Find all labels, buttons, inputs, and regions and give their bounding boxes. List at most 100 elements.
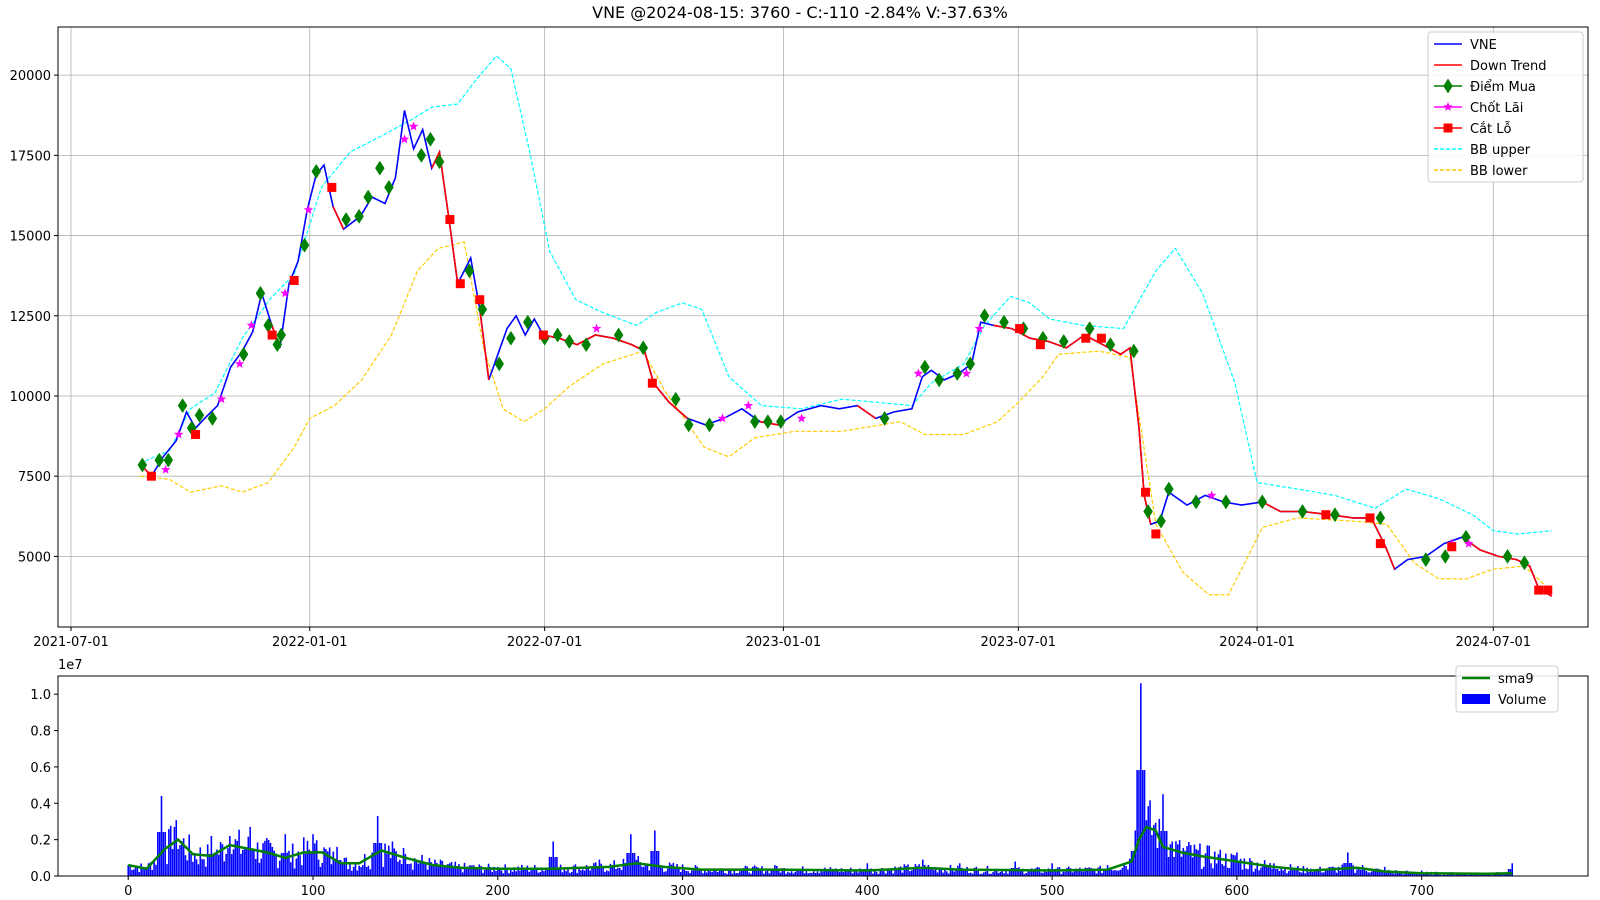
volume-bar (251, 849, 253, 876)
volume-bar (284, 834, 287, 876)
y-tick-label: 20000 (10, 69, 51, 84)
volume-bar (1014, 861, 1016, 876)
volume-bar (291, 843, 294, 876)
volume-bar (583, 870, 586, 876)
volume-bar (938, 869, 941, 876)
volume-bar (604, 871, 606, 876)
stop-loss-marker (647, 378, 657, 388)
volume-bar (873, 871, 876, 876)
volume-bar (1237, 861, 1240, 876)
x-tick-label: 100 (301, 884, 326, 899)
volume-bar (1177, 844, 1179, 876)
volume-bar (794, 871, 797, 876)
volume-bar (509, 869, 512, 876)
volume-bar (1136, 770, 1138, 876)
volume-bar (526, 865, 529, 876)
volume-bar (829, 867, 832, 876)
volume-bar (687, 871, 689, 876)
stop-loss-marker (1151, 529, 1161, 539)
volume-bar (365, 867, 368, 876)
volume-bar (238, 829, 240, 876)
volume-bar (437, 866, 440, 876)
volume-bar (315, 840, 318, 876)
volume-bar (1289, 864, 1292, 876)
buy-point-marker (934, 372, 944, 388)
volume-bar (966, 866, 968, 876)
volume-bar (1361, 865, 1364, 876)
y-tick-label: 17500 (10, 149, 51, 164)
stop-loss-marker (1035, 340, 1045, 350)
volume-bar (755, 866, 758, 876)
volume-bar (580, 870, 582, 876)
volume-bar (1156, 848, 1159, 876)
volume-bar (1308, 872, 1310, 876)
x-tick-label: 500 (1040, 884, 1065, 899)
volume-bar (1178, 840, 1181, 876)
volume-bar (164, 832, 166, 876)
volume-bar (1184, 850, 1186, 876)
volume-bar (441, 861, 444, 876)
legend-label: Down Trend (1470, 59, 1547, 74)
volume-bar (602, 867, 604, 876)
volume-bar (386, 853, 388, 876)
volume-bar (1147, 806, 1149, 876)
volume-bar (314, 843, 316, 876)
volume-bar (162, 832, 165, 876)
volume-bar (269, 842, 272, 876)
volume-bar (1064, 871, 1066, 876)
volume-bar (375, 843, 377, 876)
volume-bar (302, 837, 305, 876)
volume-bar (1245, 868, 1247, 876)
volume-bar (1125, 866, 1127, 876)
y-tick-label: 0.0 (30, 870, 51, 885)
buy-point-marker (1143, 504, 1153, 519)
volume-bar (1223, 865, 1225, 876)
volume-bar (391, 841, 394, 876)
volume-bar (739, 871, 741, 876)
volume-bar (910, 870, 913, 876)
volume-bar (570, 871, 573, 876)
volume-bar (674, 868, 676, 876)
volume-bar (1359, 869, 1362, 876)
legend-swatch-bar (1462, 694, 1490, 704)
volume-bar (341, 862, 344, 876)
volume-bar (933, 869, 935, 876)
volume-bar (410, 863, 412, 876)
volume-bar (587, 867, 590, 876)
volume-bar (790, 871, 793, 876)
volume-bar (195, 859, 198, 876)
stop-loss-marker (146, 471, 156, 481)
legend-swatch-marker (1443, 123, 1453, 133)
volume-bar (1141, 770, 1144, 876)
price-grid (58, 27, 1588, 627)
volume-bar (1195, 849, 1198, 876)
volume-bar (914, 864, 917, 876)
volume-bar (301, 865, 303, 876)
volume-bar (304, 853, 307, 876)
volume-bar (415, 861, 418, 876)
price-legend: VNE Down Trend Điểm Mua Chốt Lãi Cắt Lỗ BB up… (1427, 31, 1584, 183)
down-trend-layer (139, 149, 1553, 597)
volume-bar (999, 871, 1002, 876)
volume-bar (1180, 856, 1183, 876)
volume-bar (299, 855, 301, 876)
volume-bar (618, 867, 621, 876)
volume-bar (533, 865, 536, 876)
volume-bar (306, 840, 309, 876)
volume-bar (134, 867, 137, 876)
volume-bar (1116, 870, 1118, 876)
volume-bar (559, 864, 562, 876)
volume-bar (615, 868, 617, 876)
volume-bar (461, 872, 464, 876)
volume-bar (705, 872, 708, 876)
volume-bar (1117, 870, 1120, 876)
legend-label: Volume (1498, 693, 1546, 708)
volume-bar (1208, 845, 1210, 876)
volume-bar (1119, 869, 1122, 876)
volume-bar (1258, 870, 1260, 876)
volume-bar (376, 816, 379, 876)
volume-bar (637, 856, 639, 876)
volume-bar (144, 869, 146, 876)
y-tick-label: 7500 (18, 470, 51, 485)
volume-bar (748, 872, 750, 876)
